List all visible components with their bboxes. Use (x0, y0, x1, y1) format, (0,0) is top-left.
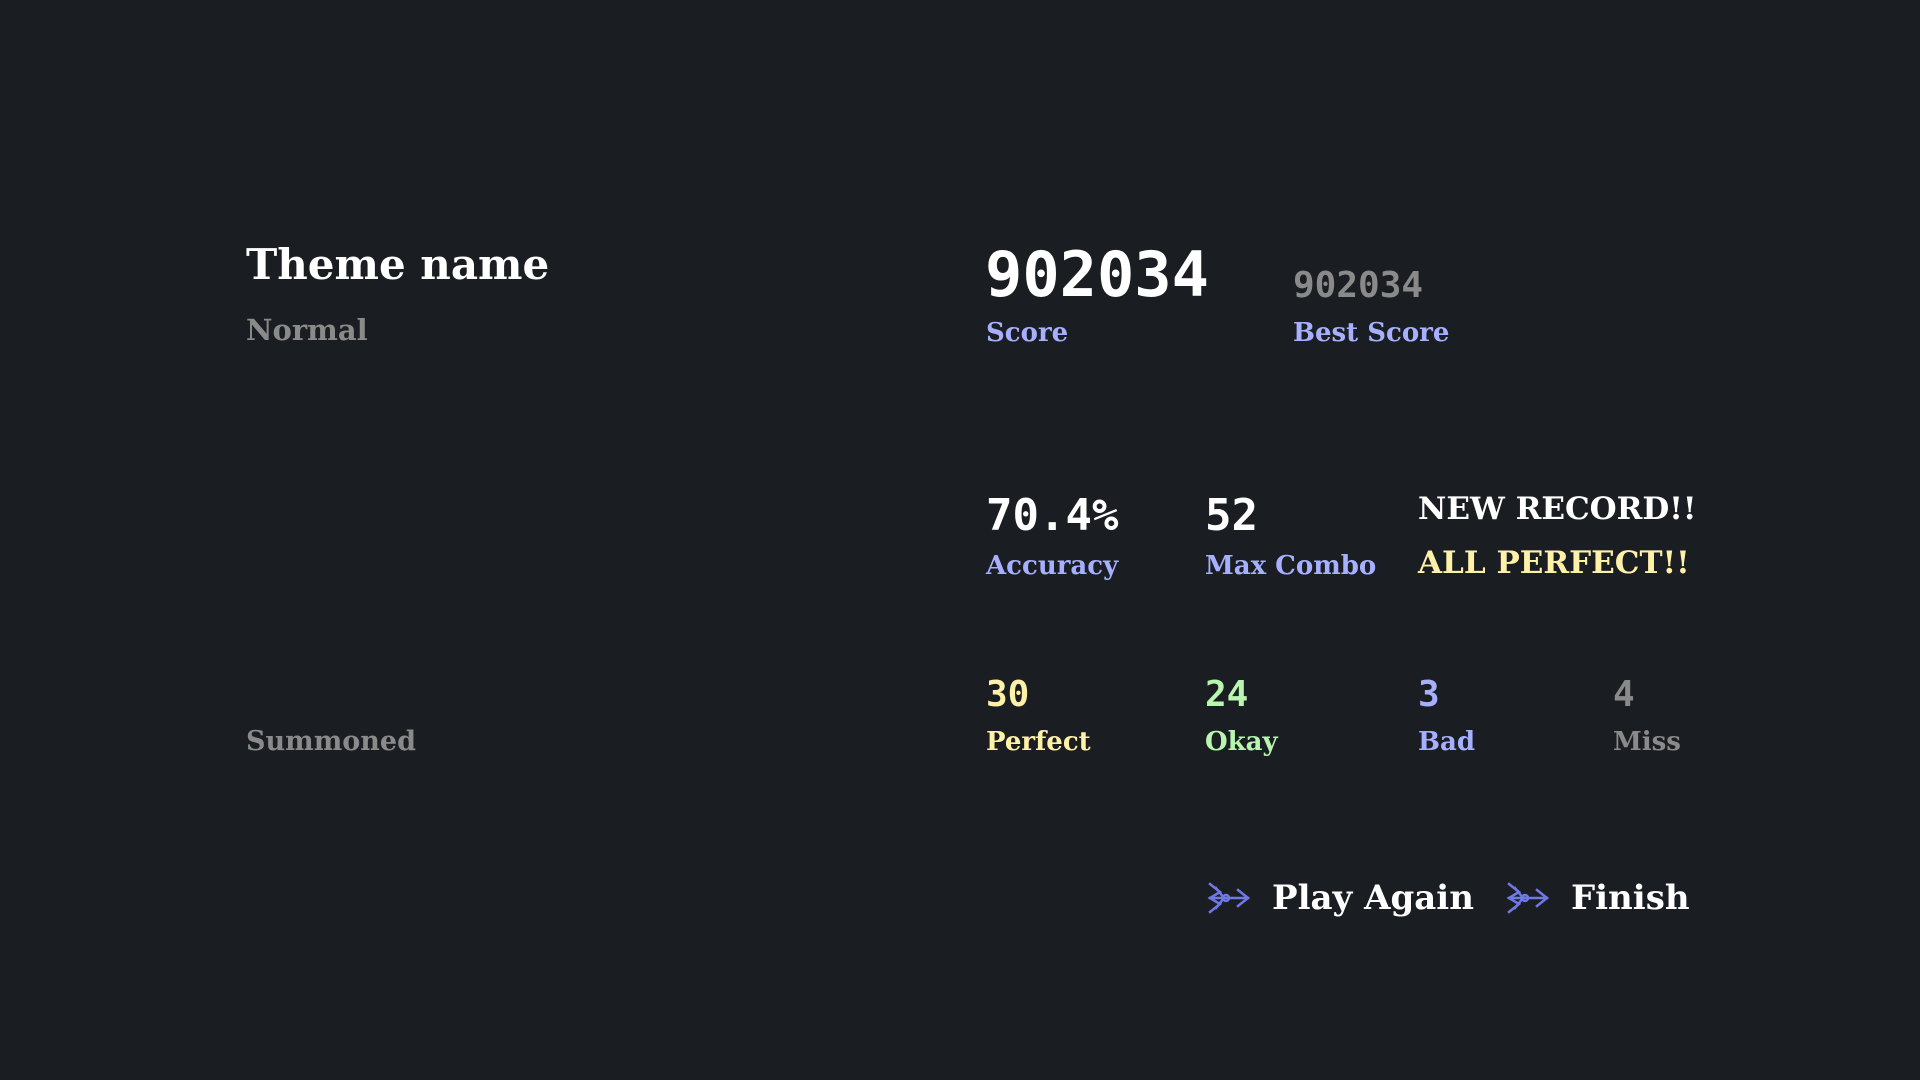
miss-count: 4 (1613, 674, 1635, 715)
perfect-label: Perfect (986, 727, 1091, 757)
theme-name: Theme name (246, 240, 550, 289)
ornate-arrow-icon (1207, 882, 1250, 914)
max-combo-label: Max Combo (1205, 551, 1377, 581)
best-score-label: Best Score (1293, 318, 1450, 348)
perfect-count: 30 (986, 674, 1030, 715)
finish-button[interactable]: Finish (1503, 880, 1690, 916)
bad-count: 3 (1418, 674, 1440, 715)
max-combo-value: 52 (1205, 490, 1258, 541)
best-score-value: 902034 (1293, 265, 1424, 306)
okay-count: 24 (1205, 674, 1249, 715)
new-record-badge: NEW RECORD!! (1418, 491, 1697, 527)
play-again-button[interactable]: Play Again (1204, 880, 1474, 916)
summoned-label: Summoned (246, 726, 416, 757)
play-again-label: Play Again (1272, 878, 1474, 918)
score-value: 902034 (985, 238, 1209, 311)
accuracy-value: 70.4% (986, 490, 1119, 541)
difficulty-label: Normal (246, 313, 368, 347)
okay-label: Okay (1205, 727, 1278, 757)
miss-label: Miss (1613, 727, 1681, 757)
all-perfect-badge: ALL PERFECT!! (1418, 545, 1690, 581)
bad-label: Bad (1418, 727, 1476, 757)
ornate-arrow-icon (1506, 882, 1549, 914)
accuracy-label: Accuracy (986, 551, 1119, 581)
score-label: Score (986, 318, 1069, 348)
finish-label: Finish (1571, 878, 1690, 918)
